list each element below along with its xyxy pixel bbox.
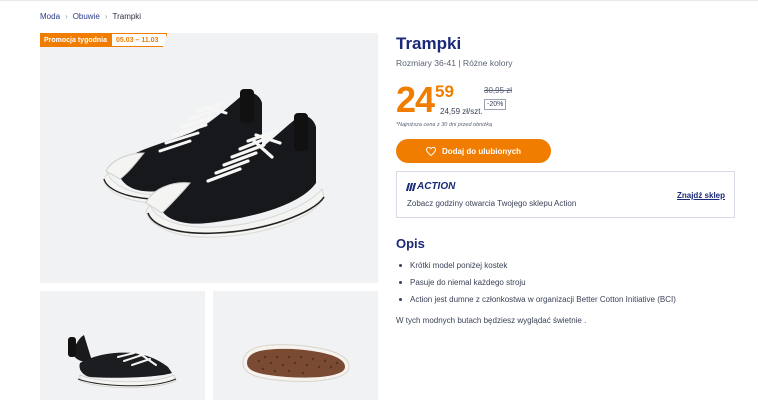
sneaker-side-image — [68, 335, 177, 389]
bullet-icon — [399, 298, 402, 301]
store-hours-text: Zobacz godziny otwarcia Twojego sklepu A… — [407, 199, 577, 208]
description-heading: Opis — [396, 236, 425, 251]
heart-icon — [425, 146, 436, 156]
add-to-favorites-button[interactable]: Dodaj do ulubionych — [396, 139, 551, 163]
description-list: Krótki model poniżej kostek Pasuje do ni… — [396, 257, 676, 308]
breadcrumb: Moda › Obuwie › Trampki — [40, 12, 141, 21]
find-store-link[interactable]: Znajdź sklep — [677, 191, 725, 200]
product-title: Trampki — [396, 34, 462, 53]
promo-badge: Promocja tygodnia 05.03 – 11.03 — [40, 33, 168, 47]
list-item: Pasuje do niemal każdego stroju — [396, 274, 676, 291]
list-item: Action jest dumne z członkostwa w organi… — [396, 291, 676, 308]
chevron-right-icon: › — [104, 12, 108, 21]
breadcrumb-link-moda[interactable]: Moda — [40, 12, 60, 21]
add-to-favorites-label: Dodaj do ulubionych — [441, 146, 522, 156]
description-paragraph: W tych modnych butach będziesz wyglądać … — [396, 316, 587, 325]
action-logo: ACTION — [405, 181, 455, 192]
list-item: Krótki model poniżej kostek — [396, 257, 676, 274]
price-cents: 59 — [435, 82, 454, 101]
bullet-icon — [399, 281, 402, 284]
bullet-icon — [399, 264, 402, 267]
price-whole: 24 — [396, 79, 435, 120]
promo-dates: 05.03 – 11.03 — [111, 33, 168, 47]
breadcrumb-link-obuwie[interactable]: Obuwie — [73, 12, 100, 21]
product-thumbnail-side[interactable] — [40, 291, 205, 400]
product-main-image[interactable] — [40, 33, 378, 283]
sneaker-sole-image — [242, 344, 350, 382]
product-thumbnail-sole[interactable] — [213, 291, 378, 400]
breadcrumb-current: Trampki — [112, 12, 142, 21]
unit-price: 24,59 zł/szt. — [440, 107, 483, 116]
discount-badge: -20% — [484, 99, 507, 110]
sneakers-image — [103, 89, 325, 238]
top-divider — [0, 0, 758, 1]
store-info-box: ACTION Zobacz godziny otwarcia Twojego s… — [396, 171, 735, 218]
product-subtitle: Rozmiary 36-41 | Różne kolory — [396, 58, 513, 68]
lowest-price-note: *Najniższa cena z 30 dni przed obniżką — [396, 122, 493, 128]
promo-label: Promocja tygodnia — [40, 33, 112, 47]
chevron-right-icon: › — [65, 12, 68, 21]
old-price: 30,95 zł — [484, 86, 513, 95]
